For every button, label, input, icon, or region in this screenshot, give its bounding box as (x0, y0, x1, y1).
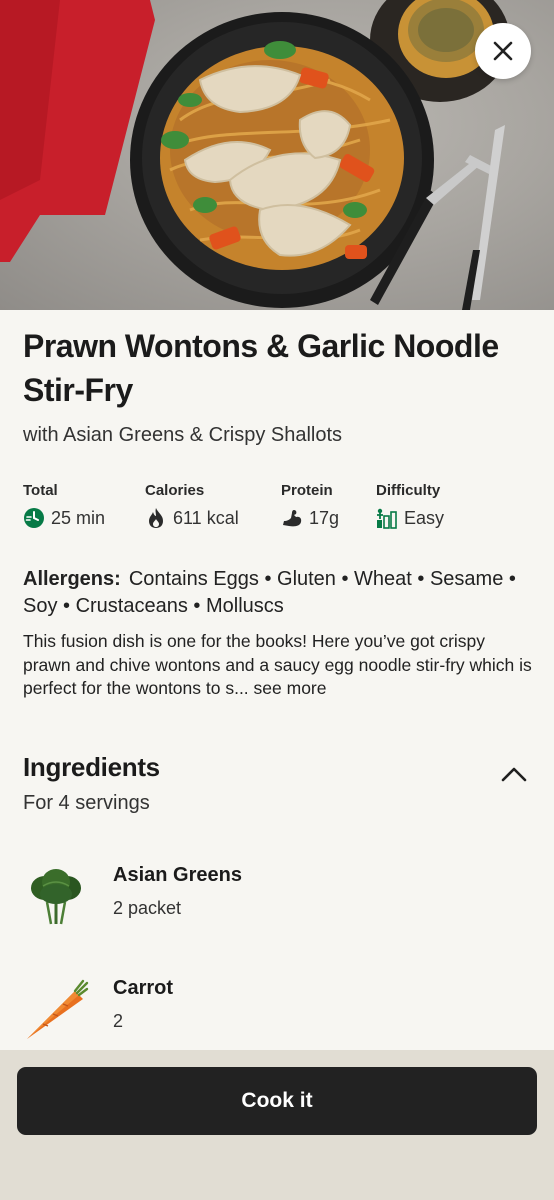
ingredient-name: Asian Greens (113, 864, 242, 886)
recipe-description: This fusion dish is one for the books! H… (23, 630, 533, 701)
flame-icon (145, 507, 167, 529)
stat-label: Total (23, 482, 58, 499)
stat-calories: Calories 611 kcal (145, 482, 239, 529)
ingredient-quantity: 2 packet (113, 898, 182, 918)
stat-label: Calories (145, 482, 205, 499)
close-button[interactable] (475, 23, 531, 79)
stat-value: 17g (309, 507, 340, 528)
stat-difficulty: Difficulty Easy (376, 482, 444, 529)
difficulty-bars-icon (376, 507, 398, 529)
ingredients-heading: Ingredients (23, 752, 160, 782)
stat-value: 611 kcal (173, 507, 239, 528)
close-icon (493, 41, 513, 61)
cook-it-button[interactable]: Cook it (17, 1067, 537, 1135)
allergens-label: Allergens: (23, 568, 121, 590)
recipe-subtitle: with Asian Greens & Crispy Shallots (23, 424, 343, 446)
chevron-up-icon (501, 767, 527, 782)
stat-value: 25 min (51, 507, 106, 528)
servings-text: For 4 servings (23, 792, 150, 814)
recipe-title: Prawn Wontons & Garlic Noodle Stir-Fry (23, 328, 499, 408)
collapse-ingredients-button[interactable] (498, 758, 530, 790)
ingredient-item: Asian Greens 2 packet (0, 864, 554, 954)
hero-image (0, 0, 554, 310)
stat-total-time: Total 25 min (23, 482, 105, 529)
stat-value: Easy (404, 507, 445, 528)
footer-bar: Cook it (0, 1050, 554, 1200)
stat-label: Protein (281, 482, 333, 499)
asian-greens-image (23, 864, 89, 930)
ingredient-name: Carrot (113, 977, 174, 999)
ingredient-quantity: 2 (113, 1011, 124, 1031)
allergens: Allergens: Contains Eggs • Gluten • Wheat… (23, 566, 533, 620)
carrot-image (23, 977, 89, 1043)
recipe-stats: Total 25 min Calories 611 kcal Protein 1… (23, 482, 533, 534)
stat-protein: Protein 17g (281, 482, 339, 529)
dish-photo (0, 0, 510, 310)
see-more-link[interactable]: see more (254, 678, 327, 698)
stat-label: Difficulty (376, 482, 441, 499)
muscle-icon (281, 507, 303, 529)
timer-icon (23, 507, 45, 529)
